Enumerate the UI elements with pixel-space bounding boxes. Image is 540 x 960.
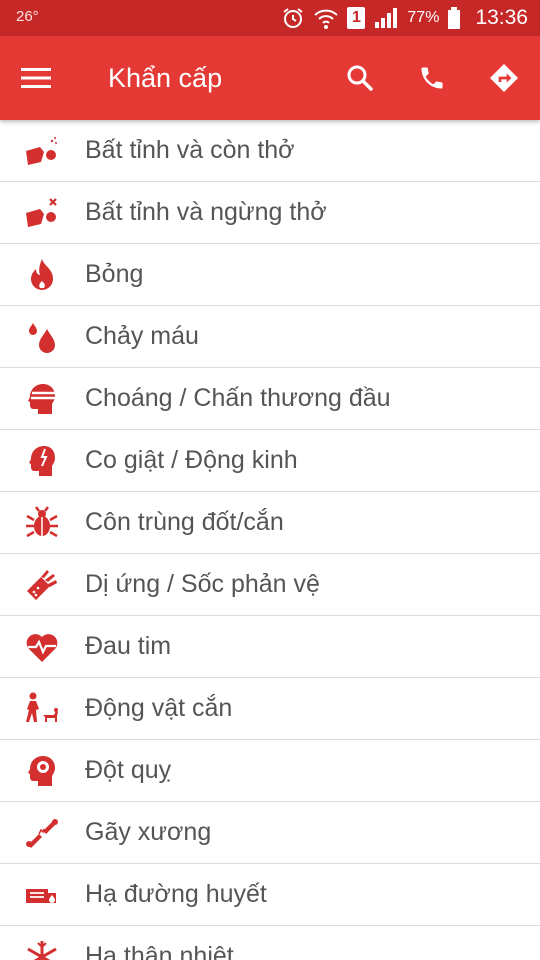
blood-drop-icon (22, 317, 62, 357)
list-item-label: Bất tỉnh và ngừng thở (85, 198, 327, 226)
alarm-icon (281, 6, 305, 30)
list-item-label: Đau tim (85, 632, 172, 660)
snowflake-icon (22, 937, 62, 960)
list-item[interactable]: Co giật / Động kinh (0, 430, 540, 492)
phone-icon (421, 67, 443, 89)
menu-button[interactable] (16, 58, 56, 98)
seizure-head-icon (22, 441, 62, 481)
list-item[interactable]: Dị ứng / Sốc phản vệ (0, 554, 540, 616)
list-item[interactable]: Bất tỉnh và ngừng thở (0, 182, 540, 244)
broken-bone-icon (22, 813, 62, 853)
list-item-label: Động vật cắn (85, 694, 233, 722)
emergency-list: Bất tỉnh và còn thở Bất tỉnh và ngừng th… (0, 120, 540, 960)
stroke-head-icon (22, 751, 62, 791)
menu-icon (21, 68, 51, 88)
low-blood-sugar-icon (22, 875, 62, 915)
signal-icon (373, 6, 399, 30)
status-temperature: 26° (16, 8, 39, 25)
status-bar: 26° 1 77% 13:36 (0, 0, 540, 36)
fire-icon (22, 255, 62, 295)
search-icon (347, 65, 373, 91)
list-item[interactable]: Đau tim (0, 616, 540, 678)
sim-slot-badge: 1 (347, 7, 366, 29)
list-item-label: Chảy máu (85, 322, 199, 350)
list-item-label: Đột quỵ (85, 756, 172, 784)
directions-icon (490, 64, 518, 92)
list-item-label: Hạ đường huyết (85, 880, 267, 908)
unconscious-breathing-icon (22, 131, 62, 171)
heart-pulse-icon (22, 627, 62, 667)
list-item-label: Hạ thân nhiệt (85, 942, 234, 960)
list-item-label: Choáng / Chấn thương đầu (85, 384, 391, 412)
page-title: Khẩn cấp (108, 63, 223, 93)
insect-icon (22, 503, 62, 543)
list-item-label: Bỏng (85, 260, 144, 288)
list-item-label: Bất tỉnh và còn thở (85, 136, 295, 164)
directions-button[interactable] (484, 58, 524, 98)
unconscious-not-breathing-icon (22, 193, 62, 233)
list-item[interactable]: Hạ thân nhiệt (0, 926, 540, 960)
app-bar: Khẩn cấp (0, 36, 540, 120)
list-item[interactable]: Hạ đường huyết (0, 864, 540, 926)
wifi-icon (313, 6, 339, 30)
allergy-icon (22, 565, 62, 605)
list-item-label: Côn trùng đốt/cắn (85, 508, 284, 536)
head-injury-icon (22, 379, 62, 419)
list-item[interactable]: Choáng / Chấn thương đầu (0, 368, 540, 430)
list-item-label: Co giật / Động kinh (85, 446, 298, 474)
list-item[interactable]: Động vật cắn (0, 678, 540, 740)
status-time: 13:36 (475, 6, 528, 29)
search-button[interactable] (340, 58, 380, 98)
battery-icon (447, 6, 461, 30)
battery-percent: 77% (407, 9, 440, 26)
list-item-label: Gãy xương (85, 818, 212, 846)
list-item[interactable]: Gãy xương (0, 802, 540, 864)
list-item[interactable]: Bất tỉnh và còn thở (0, 120, 540, 182)
list-item[interactable]: Bỏng (0, 244, 540, 306)
animal-bite-icon (22, 689, 62, 729)
list-item[interactable]: Chảy máu (0, 306, 540, 368)
call-button[interactable] (412, 58, 452, 98)
list-item[interactable]: Côn trùng đốt/cắn (0, 492, 540, 554)
list-item[interactable]: Đột quỵ (0, 740, 540, 802)
list-item-label: Dị ứng / Sốc phản vệ (85, 570, 320, 598)
status-icons: 1 77% 13:36 (281, 0, 528, 36)
